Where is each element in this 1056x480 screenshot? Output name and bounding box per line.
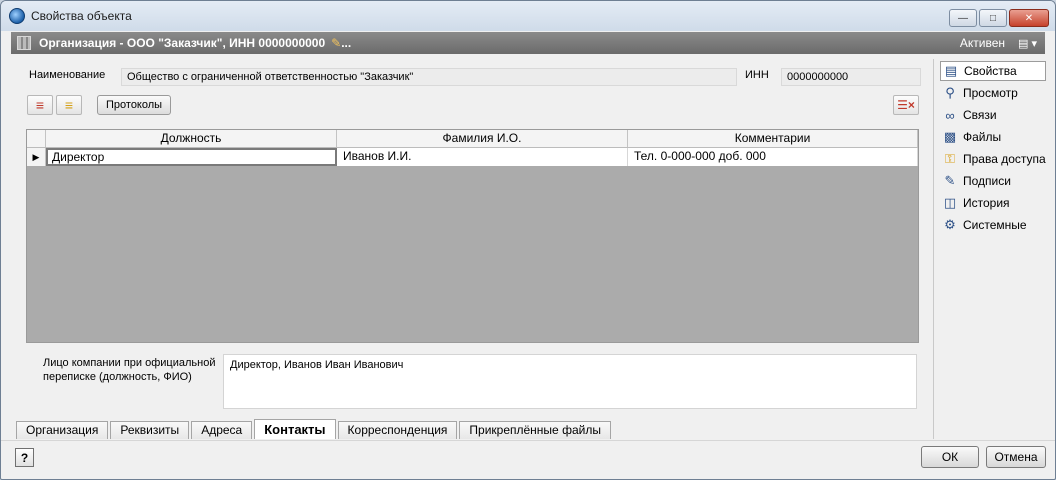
name-label: Наименование bbox=[29, 69, 106, 81]
properties-window: Свойства объекта — □ ✕ Организация - ООО… bbox=[0, 0, 1056, 480]
inn-label: ИНН bbox=[745, 69, 769, 81]
official-contact-field[interactable]: Директор, Иванов Иван Иванович bbox=[223, 354, 917, 409]
grid-corner bbox=[27, 130, 46, 147]
grid-header: Должность Фамилия И.О. Комментарии bbox=[27, 130, 918, 148]
column-header-position[interactable]: Должность bbox=[46, 130, 337, 147]
table-cell[interactable]: Тел. 0-000-000 доб. 000 bbox=[628, 148, 918, 166]
minimize-button[interactable]: — bbox=[949, 9, 977, 27]
table-row[interactable]: ▶ Директор Иванов И.И. Тел. 0-000-000 до… bbox=[27, 148, 918, 166]
close-icon: ✕ bbox=[1024, 12, 1034, 24]
magnifier-icon: ⚲ bbox=[945, 85, 955, 100]
side-item-files[interactable]: ▩ Файлы bbox=[940, 127, 1046, 147]
tab-bar: Организация Реквизиты Адреса Контакты Ко… bbox=[16, 419, 613, 439]
side-item-links[interactable]: ∞ Связи bbox=[940, 105, 1046, 125]
close-button[interactable]: ✕ bbox=[1009, 9, 1049, 27]
delete-row-icon: ≡ bbox=[35, 97, 45, 113]
status-menu-button[interactable]: ▤ ▾ bbox=[1018, 37, 1037, 50]
object-status: Активен bbox=[959, 36, 1005, 50]
chevron-down-icon: ▾ bbox=[1031, 37, 1037, 50]
window-title: Свойства объекта bbox=[31, 9, 132, 23]
side-item-access-rights[interactable]: ⚿ Права доступа bbox=[940, 149, 1046, 169]
memo-label: Лицо компании при официальной переписке … bbox=[43, 356, 215, 384]
window-controls: — □ ✕ bbox=[949, 9, 1049, 27]
contacts-tab-content: Наименование Общество с ограниченной отв… bbox=[13, 59, 931, 419]
side-item-label: История bbox=[963, 196, 1010, 210]
side-item-label: Файлы bbox=[963, 130, 1002, 144]
minimize-icon: — bbox=[958, 12, 968, 24]
column-header-comments[interactable]: Комментарии bbox=[628, 130, 918, 147]
table-cell[interactable]: Иванов И.И. bbox=[337, 148, 628, 166]
clear-list-icon: ☰× bbox=[897, 98, 915, 112]
key-icon: ⚿ bbox=[945, 151, 955, 166]
maximize-icon: □ bbox=[989, 12, 997, 24]
edit-row-icon: ≡ bbox=[64, 97, 74, 113]
side-item-preview[interactable]: ⚲ Просмотр bbox=[940, 83, 1046, 103]
tab-addresses[interactable]: Адреса bbox=[191, 421, 253, 439]
system-icon: ⚙ bbox=[944, 217, 956, 232]
tab-correspondence[interactable]: Корреспонденция bbox=[337, 421, 458, 439]
tab-contacts[interactable]: Контакты bbox=[254, 419, 336, 439]
object-type-icon bbox=[17, 36, 31, 50]
edit-pencil-icon[interactable]: ✎ bbox=[331, 36, 341, 50]
memo-label-line1: Лицо компании при официальной bbox=[43, 357, 216, 369]
side-item-label: Системные bbox=[963, 218, 1027, 232]
link-icon: ∞ bbox=[945, 107, 955, 123]
cancel-button[interactable]: Отмена bbox=[986, 446, 1046, 468]
side-item-signatures[interactable]: ✎ Подписи bbox=[940, 171, 1046, 191]
object-title: Организация - ООО "Заказчик", ИНН 000000… bbox=[39, 36, 326, 50]
table-cell[interactable]: Директор bbox=[46, 148, 337, 166]
object-title-ellipsis: ... bbox=[341, 36, 352, 50]
side-item-label: Просмотр bbox=[963, 86, 1018, 100]
document-icon: ▤ bbox=[1018, 37, 1029, 50]
row-pointer-icon: ▶ bbox=[27, 148, 46, 166]
pen-icon: ✎ bbox=[944, 173, 956, 188]
properties-icon: ▤ bbox=[944, 63, 958, 78]
files-icon: ▩ bbox=[943, 129, 957, 144]
app-icon bbox=[9, 8, 25, 24]
edit-row-button[interactable]: ≡ bbox=[56, 95, 82, 115]
side-panel: ▤ Свойства ⚲ Просмотр ∞ Связи ▩ Файлы ⚿ … bbox=[933, 59, 1046, 439]
name-field[interactable]: Общество с ограниченной ответственностью… bbox=[121, 68, 737, 86]
column-header-name[interactable]: Фамилия И.О. bbox=[337, 130, 628, 147]
tab-requisites[interactable]: Реквизиты bbox=[110, 421, 190, 439]
side-item-history[interactable]: ◫ История bbox=[940, 193, 1046, 213]
contacts-grid[interactable]: Должность Фамилия И.О. Комментарии ▶ Дир… bbox=[26, 129, 919, 343]
maximize-button[interactable]: □ bbox=[979, 9, 1007, 27]
tab-organization[interactable]: Организация bbox=[16, 421, 109, 439]
side-item-label: Свойства bbox=[964, 64, 1017, 78]
footer-divider bbox=[1, 440, 1055, 441]
tab-attached-files[interactable]: Прикреплённые файлы bbox=[459, 421, 611, 439]
protocols-button[interactable]: Протоколы bbox=[97, 95, 172, 115]
object-header-bar: Организация - ООО "Заказчик", ИНН 000000… bbox=[11, 32, 1045, 54]
side-item-system[interactable]: ⚙ Системные bbox=[940, 215, 1046, 235]
side-item-label: Подписи bbox=[963, 174, 1011, 188]
side-item-properties[interactable]: ▤ Свойства bbox=[940, 61, 1046, 81]
help-button[interactable]: ? bbox=[15, 448, 34, 467]
side-item-label: Права доступа bbox=[963, 152, 1046, 166]
side-item-label: Связи bbox=[963, 108, 997, 122]
window-titlebar: Свойства объекта — □ ✕ bbox=[1, 1, 1055, 31]
clear-list-button[interactable]: ☰× bbox=[893, 95, 919, 115]
memo-label-line2: переписке (должность, ФИО) bbox=[43, 371, 192, 383]
history-icon: ◫ bbox=[943, 195, 957, 210]
ok-button[interactable]: ОК bbox=[921, 446, 979, 468]
delete-row-button[interactable]: ≡ bbox=[27, 95, 53, 115]
inn-field[interactable]: 0000000000 bbox=[781, 68, 921, 86]
